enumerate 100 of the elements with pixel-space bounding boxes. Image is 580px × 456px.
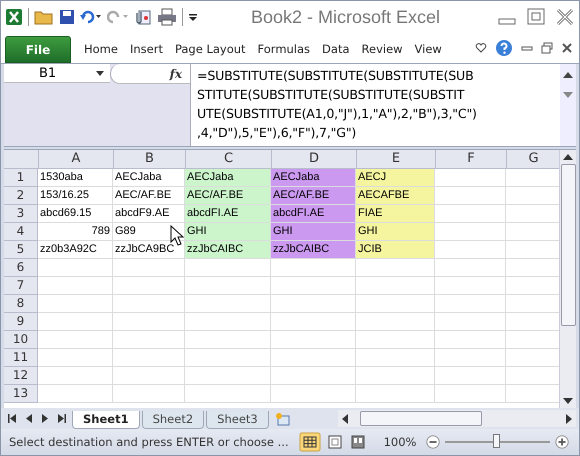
help-icon[interactable] — [495, 39, 513, 57]
table-cell[interactable] — [185, 259, 271, 277]
table-cell[interactable] — [38, 349, 113, 367]
ribbon-tab[interactable]: View — [410, 42, 447, 63]
row-header[interactable]: 3 — [4, 205, 38, 223]
row-header[interactable]: 7 — [4, 277, 38, 295]
undo-icon[interactable] — [80, 9, 102, 25]
row-header[interactable]: 13 — [4, 385, 38, 403]
customize-dropdown-icon[interactable] — [188, 11, 198, 23]
table-cell[interactable] — [38, 259, 113, 277]
table-cell[interactable]: abcdFI.AE — [185, 205, 271, 223]
table-cell[interactable]: 789 — [38, 223, 113, 241]
table-cell[interactable] — [356, 367, 435, 385]
table-cell[interactable] — [271, 349, 356, 367]
table-cell[interactable]: FIAE — [356, 205, 435, 223]
table-cell[interactable] — [113, 349, 185, 367]
attachment-icon[interactable] — [134, 8, 152, 26]
normal-view-icon[interactable] — [298, 432, 321, 452]
row-header[interactable]: 2 — [4, 187, 38, 205]
table-cell[interactable] — [356, 385, 435, 403]
table-cell[interactable]: GHI — [271, 223, 356, 241]
table-cell[interactable] — [435, 223, 506, 241]
row-header[interactable]: 10 — [4, 331, 38, 349]
table-cell[interactable] — [271, 259, 356, 277]
table-cell[interactable] — [435, 241, 506, 259]
table-cell[interactable] — [435, 187, 506, 205]
table-cell[interactable] — [356, 295, 435, 313]
table-cell[interactable] — [271, 313, 356, 331]
printer-icon[interactable] — [157, 8, 177, 26]
table-cell[interactable] — [38, 313, 113, 331]
row-header[interactable]: 8 — [4, 295, 38, 313]
table-cell[interactable] — [38, 367, 113, 385]
table-cell[interactable] — [271, 295, 356, 313]
table-cell[interactable]: zzJbCAIBC — [185, 241, 271, 259]
scroll-thumb[interactable] — [560, 164, 576, 326]
table-cell[interactable] — [38, 385, 113, 403]
ribbon-tab[interactable]: Home — [79, 42, 123, 63]
file-tab[interactable]: File — [5, 36, 71, 63]
table-cell[interactable] — [435, 331, 506, 349]
table-cell[interactable]: GHI — [356, 223, 435, 241]
table-cell[interactable] — [113, 313, 185, 331]
scroll-up-icon[interactable] — [563, 72, 573, 78]
column-header[interactable]: D — [272, 150, 357, 169]
table-cell[interactable]: AEC/AF.BE — [185, 187, 271, 205]
table-cell[interactable]: AEC/AF.BE — [113, 187, 185, 205]
table-cell[interactable] — [271, 367, 356, 385]
page-layout-icon[interactable] — [326, 433, 344, 451]
table-cell[interactable]: G89 — [113, 223, 185, 241]
table-cell[interactable] — [435, 313, 506, 331]
table-cell[interactable] — [113, 277, 185, 295]
column-header[interactable]: B — [114, 150, 186, 169]
table-cell[interactable]: zz0b3A92C — [38, 241, 113, 259]
formula-field[interactable]: =SUBSTITUTE(SUBSTITUTE(SUBSTITUTE(SUB STITUTE(SUBSTITUTE(SUBSTITUTE(SUBSTIT UTE(SUBSTITUTE(A1,0,"J"),1,"A"),2,"B"),3,"C") ,4,"D"),5,"E"),6,"F"),7,"G") — [191, 64, 560, 146]
column-header[interactable]: C — [186, 150, 272, 169]
table-cell[interactable]: abcd69.15 — [38, 205, 113, 223]
table-cell[interactable]: AEC/AF.BE — [271, 187, 356, 205]
table-cell[interactable]: 153/16.25 — [38, 187, 113, 205]
ribbon-tab[interactable]: Formulas — [252, 42, 316, 63]
table-cell[interactable] — [113, 295, 185, 313]
table-cell[interactable]: AECJaba — [271, 169, 356, 187]
table-cell[interactable] — [356, 277, 435, 295]
zoom-slider-thumb[interactable] — [493, 434, 500, 448]
row-header[interactable]: 5 — [4, 241, 38, 259]
table-cell[interactable] — [185, 367, 271, 385]
sheet-tab[interactable]: Sheet1 — [72, 411, 140, 429]
name-box[interactable]: B1 — [4, 64, 110, 83]
insert-function-button[interactable]: fx — [170, 66, 190, 80]
table-cell[interactable]: abcdF9.AE — [113, 205, 185, 223]
row-header[interactable]: 6 — [4, 259, 38, 277]
table-cell[interactable]: GHI — [185, 223, 271, 241]
row-header[interactable]: 9 — [4, 313, 38, 331]
scroll-right-icon[interactable] — [566, 414, 572, 424]
table-cell[interactable] — [435, 277, 506, 295]
row-header[interactable]: 1 — [4, 169, 38, 187]
ribbon-tab[interactable]: Review — [356, 42, 408, 63]
ribbon-tab[interactable]: Insert — [124, 42, 168, 63]
scroll-left-icon[interactable] — [342, 414, 348, 424]
scroll-down-icon[interactable] — [563, 398, 573, 404]
folder-icon[interactable] — [34, 9, 54, 25]
table-cell[interactable] — [435, 205, 506, 223]
table-cell[interactable] — [38, 331, 113, 349]
ribbon-tab[interactable]: Data — [317, 42, 355, 63]
table-cell[interactable] — [185, 331, 271, 349]
column-header[interactable]: E — [357, 150, 436, 169]
table-cell[interactable] — [185, 349, 271, 367]
table-cell[interactable] — [356, 313, 435, 331]
table-cell[interactable] — [113, 259, 185, 277]
heart-icon[interactable] — [475, 42, 487, 54]
ribbon-tab[interactable]: Page Layout — [170, 42, 251, 63]
previous-sheet-icon[interactable] — [25, 414, 33, 423]
table-cell[interactable]: abcdFI.AE — [271, 205, 356, 223]
table-cell[interactable] — [185, 277, 271, 295]
table-cell[interactable] — [113, 331, 185, 349]
excel-logo-icon[interactable] — [5, 8, 23, 26]
table-cell[interactable] — [356, 331, 435, 349]
column-header[interactable]: F — [436, 150, 507, 169]
new-sheet-icon[interactable] — [274, 412, 291, 426]
table-cell[interactable] — [38, 295, 113, 313]
page-break-icon[interactable] — [348, 433, 367, 451]
table-cell[interactable] — [435, 385, 506, 403]
